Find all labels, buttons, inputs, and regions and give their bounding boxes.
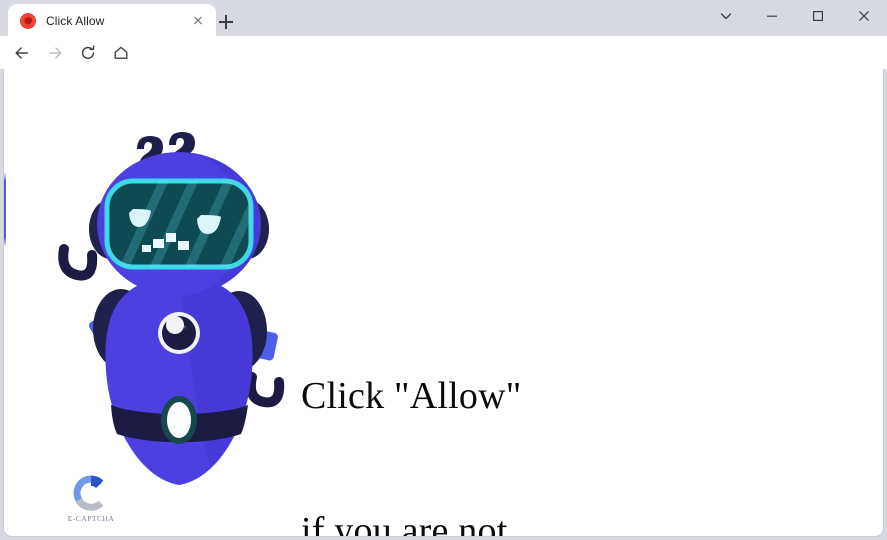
- tab-search-button[interactable]: [703, 0, 749, 32]
- home-button[interactable]: [107, 39, 135, 67]
- maximize-icon: [812, 10, 824, 22]
- captcha-brand-name: E-CAPTCHA: [67, 514, 115, 523]
- browser-tab[interactable]: Click Allow: [8, 4, 216, 37]
- minimize-icon: [767, 15, 777, 17]
- close-icon[interactable]: [188, 11, 208, 31]
- home-icon: [114, 46, 128, 59]
- arrow-right-icon: [48, 46, 62, 59]
- chevron-down-icon: [720, 13, 732, 20]
- browser-toolbar: installintenselyadvancedthefile.vip/WGDt…: [0, 36, 887, 102]
- close-icon: [859, 11, 869, 21]
- headline-line-2: if you are not: [301, 510, 508, 537]
- back-button[interactable]: [8, 39, 36, 67]
- close-window-button[interactable]: [841, 0, 887, 32]
- forward-button: [41, 39, 69, 67]
- tab-strip: Click Allow: [0, 0, 887, 37]
- arrow-left-icon: [15, 46, 29, 59]
- maximize-button[interactable]: [795, 0, 841, 32]
- reload-icon: [81, 44, 95, 59]
- page-viewport: E-CAPTCHA Click "Allow" if you are not a…: [3, 69, 884, 537]
- captcha-brand-logo: E-CAPTCHA: [62, 474, 120, 530]
- browser-window: Click Allow E-CAPTCHA Click "Allow" if y…: [0, 0, 887, 540]
- red-circle-favicon: [20, 12, 36, 29]
- new-tab-button[interactable]: [212, 8, 240, 36]
- tab-title: Click Allow: [46, 13, 105, 28]
- headline-line-1: Click "Allow": [301, 375, 522, 417]
- robot-chest-button: [158, 312, 200, 354]
- page-headline: Click "Allow" if you are not a robot: [301, 284, 522, 537]
- c-arc-logo: [73, 475, 104, 511]
- minimize-button[interactable]: [749, 0, 795, 32]
- robot-svg: [58, 132, 285, 529]
- reload-button[interactable]: [74, 39, 102, 67]
- page-content: E-CAPTCHA Click "Allow" if you are not a…: [4, 69, 883, 537]
- confused-robot-illustration: [49, 109, 309, 529]
- window-controls: [703, 0, 887, 36]
